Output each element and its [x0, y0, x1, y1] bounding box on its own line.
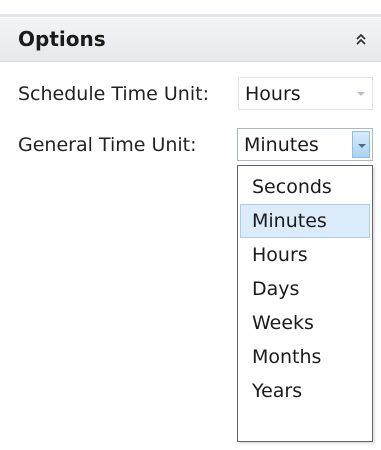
general-time-unit-dropdown-button[interactable]: [352, 131, 370, 158]
schedule-time-unit-select[interactable]: Hours: [238, 77, 373, 110]
general-time-unit-label: General Time Unit:: [18, 134, 197, 156]
options-header[interactable]: Options: [0, 18, 381, 62]
schedule-time-unit-dropdown-button[interactable]: [352, 80, 370, 107]
dropdown-option-hours[interactable]: Hours: [240, 238, 370, 272]
chevron-down-icon: [358, 144, 366, 148]
general-time-unit-select[interactable]: Minutes: [237, 128, 373, 161]
dropdown-option-years[interactable]: Years: [240, 374, 370, 408]
chevron-down-icon: [357, 92, 365, 96]
schedule-time-unit-value: Hours: [245, 83, 301, 105]
dropdown-option-seconds[interactable]: Seconds: [240, 170, 370, 204]
dropdown-option-weeks[interactable]: Weeks: [240, 306, 370, 340]
options-title: Options: [18, 27, 106, 51]
schedule-time-unit-label: Schedule Time Unit:: [18, 83, 209, 105]
dropdown-list: Seconds Minutes Hours Days Weeks Months …: [238, 170, 372, 408]
double-chevron-up-icon[interactable]: [351, 26, 371, 52]
dropdown-option-days[interactable]: Days: [240, 272, 370, 306]
panel-top-divider: [0, 14, 381, 17]
general-time-unit-value: Minutes: [244, 134, 319, 156]
general-time-unit-dropdown: Seconds Minutes Hours Days Weeks Months …: [237, 165, 373, 442]
dropdown-option-months[interactable]: Months: [240, 340, 370, 374]
options-panel: Options Schedule Time Unit: Hours Genera…: [0, 0, 381, 450]
dropdown-option-minutes[interactable]: Minutes: [240, 204, 370, 238]
